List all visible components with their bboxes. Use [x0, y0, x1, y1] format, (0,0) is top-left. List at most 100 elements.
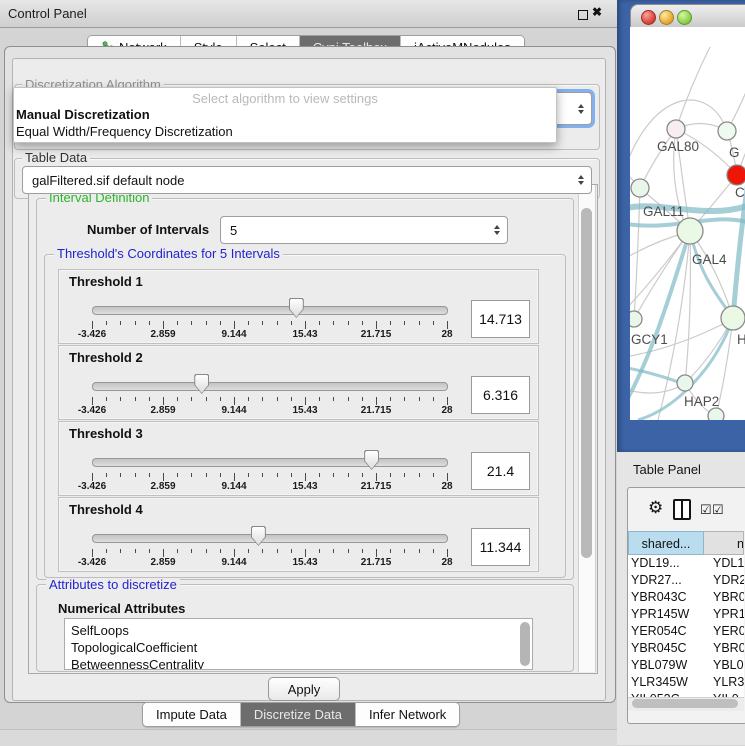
- table-row[interactable]: YBR043CYBR0: [628, 589, 744, 606]
- zoom-traffic-light[interactable]: [677, 10, 692, 25]
- tick-mark: [291, 397, 292, 401]
- network-node-gcy1[interactable]: [630, 311, 642, 327]
- network-edge[interactable]: [676, 47, 710, 129]
- network-node-hap2[interactable]: [677, 375, 693, 391]
- horizontal-scrollbar-thumb[interactable]: [632, 699, 738, 708]
- network-node-b2[interactable]: [708, 408, 724, 420]
- node-label: GAL80: [657, 139, 699, 154]
- threshold-value-field[interactable]: 21.4: [471, 452, 530, 490]
- combo-spinner-icon[interactable]: [578, 104, 584, 114]
- slider-track[interactable]: [92, 458, 448, 467]
- slider-thumb[interactable]: [251, 526, 266, 546]
- tick-label: -3.426: [78, 405, 106, 416]
- slider-track[interactable]: [92, 306, 448, 315]
- tick-mark: [376, 473, 377, 481]
- combo-spinner-icon[interactable]: [578, 175, 584, 185]
- bottom-tab-infer-network[interactable]: Infer Network: [355, 703, 459, 726]
- column-layout-icon[interactable]: [673, 499, 691, 520]
- algorithm-option-manual[interactable]: Manual Discretization: [14, 106, 556, 123]
- network-node-gal80[interactable]: [667, 120, 685, 138]
- tick-mark: [135, 397, 136, 401]
- tick-label: 2.859: [150, 329, 175, 340]
- tick-mark: [120, 549, 121, 553]
- bottom-tab-bar: Impute DataDiscretize DataInfer Network: [142, 702, 460, 727]
- table-row[interactable]: YPR145WYPR1: [628, 606, 744, 623]
- vertical-scrollbar-thumb[interactable]: [581, 208, 592, 558]
- tick-mark: [447, 397, 448, 405]
- tick-label: 15.43: [292, 405, 317, 416]
- attribute-list-item[interactable]: TopologicalCoefficient: [65, 639, 532, 656]
- network-node-h[interactable]: [721, 306, 745, 330]
- tick-label: 28: [441, 557, 452, 568]
- table-row[interactable]: YBR045CYBR0: [628, 640, 744, 657]
- table-row[interactable]: YLR345WYLR3: [628, 674, 744, 691]
- network-edge[interactable]: [630, 384, 684, 393]
- numerical-attributes-list[interactable]: SelfLoopsTopologicalCoefficientBetweenne…: [64, 618, 533, 670]
- tick-mark: [220, 549, 221, 553]
- tick-mark: [177, 549, 178, 553]
- tick-mark: [362, 397, 363, 401]
- tick-mark: [390, 321, 391, 325]
- tick-label: 9.144: [221, 557, 246, 568]
- network-edge[interactable]: [690, 231, 733, 318]
- algorithm-option-equal-width[interactable]: Equal Width/Frequency Discretization: [14, 123, 556, 140]
- network-edge-highlighted[interactable]: [690, 231, 733, 318]
- cell-name: YDL1: [704, 555, 744, 572]
- network-canvas[interactable]: GAL80GCGAL11GAL4GCY1HHAP2: [630, 27, 745, 420]
- threshold-value-field[interactable]: 11.344: [471, 528, 530, 566]
- checkbox-icon[interactable]: ☑: [700, 502, 712, 518]
- control-panel-title: Control Panel: [8, 6, 87, 21]
- tick-mark: [277, 397, 278, 401]
- network-node-gal11[interactable]: [631, 179, 649, 197]
- tick-mark: [319, 397, 320, 401]
- slider-track[interactable]: [92, 382, 448, 391]
- column-header-shared-name[interactable]: shared...: [628, 531, 704, 555]
- table-row[interactable]: YDR27...YDR2: [628, 572, 744, 589]
- tick-mark: [419, 473, 420, 477]
- network-node-gal4[interactable]: [677, 218, 703, 244]
- close-traffic-light[interactable]: [641, 10, 656, 25]
- table-data-combo[interactable]: galFiltered.sif default node: [22, 166, 592, 194]
- settings-gear-icon[interactable]: ⚙: [648, 498, 663, 518]
- close-icon[interactable]: ✖: [592, 5, 602, 19]
- tick-mark: [206, 473, 207, 477]
- network-edge[interactable]: [640, 129, 676, 188]
- tick-label: 21.715: [361, 329, 392, 340]
- slider-track[interactable]: [92, 534, 448, 543]
- list-scrollbar-thumb[interactable]: [520, 622, 530, 666]
- network-graph[interactable]: GAL80GCGAL11GAL4GCY1HHAP2: [630, 27, 745, 420]
- num-intervals-combo[interactable]: 5: [220, 216, 508, 244]
- tick-label: -3.426: [78, 329, 106, 340]
- tick-mark: [277, 321, 278, 325]
- network-edge[interactable]: [634, 234, 688, 319]
- minimize-traffic-light[interactable]: [659, 10, 674, 25]
- attribute-list-item[interactable]: SelfLoops: [65, 622, 532, 639]
- tick-mark: [319, 473, 320, 477]
- node-attribute-table[interactable]: shared... n YDL19...YDL1YDR27...YDR2YBR0…: [628, 531, 744, 697]
- network-node-red[interactable]: [727, 165, 745, 185]
- tick-mark: [163, 473, 164, 481]
- checkbox-icon[interactable]: ☑: [712, 502, 724, 518]
- cell-shared-name: YDL19...: [628, 555, 704, 572]
- tick-mark: [106, 473, 107, 477]
- slider-thumb[interactable]: [289, 298, 304, 318]
- table-row[interactable]: YER054CYER0: [628, 623, 744, 640]
- slider-thumb[interactable]: [364, 450, 379, 470]
- tick-mark: [191, 473, 192, 477]
- attribute-list-item[interactable]: BetweennessCentrality: [65, 656, 532, 670]
- apply-button[interactable]: Apply: [268, 677, 340, 701]
- network-node-g[interactable]: [718, 122, 736, 140]
- bottom-tab-discretize-data[interactable]: Discretize Data: [240, 703, 355, 726]
- threshold-value-field[interactable]: 6.316: [471, 376, 530, 414]
- attributes-group-label: Attributes to discretize: [46, 578, 180, 592]
- slider-thumb[interactable]: [194, 374, 209, 394]
- table-row[interactable]: YDL19...YDL1: [628, 555, 744, 572]
- bottom-tab-impute-data[interactable]: Impute Data: [143, 703, 240, 726]
- combo-spinner-icon[interactable]: [494, 225, 500, 235]
- network-window-titlebar[interactable]: [630, 4, 745, 29]
- tick-mark: [404, 473, 405, 477]
- column-header-name[interactable]: n: [704, 531, 744, 555]
- threshold-value-field[interactable]: 14.713: [471, 300, 530, 338]
- table-row[interactable]: YBL079WYBL0: [628, 657, 744, 674]
- float-window-icon[interactable]: [578, 10, 588, 20]
